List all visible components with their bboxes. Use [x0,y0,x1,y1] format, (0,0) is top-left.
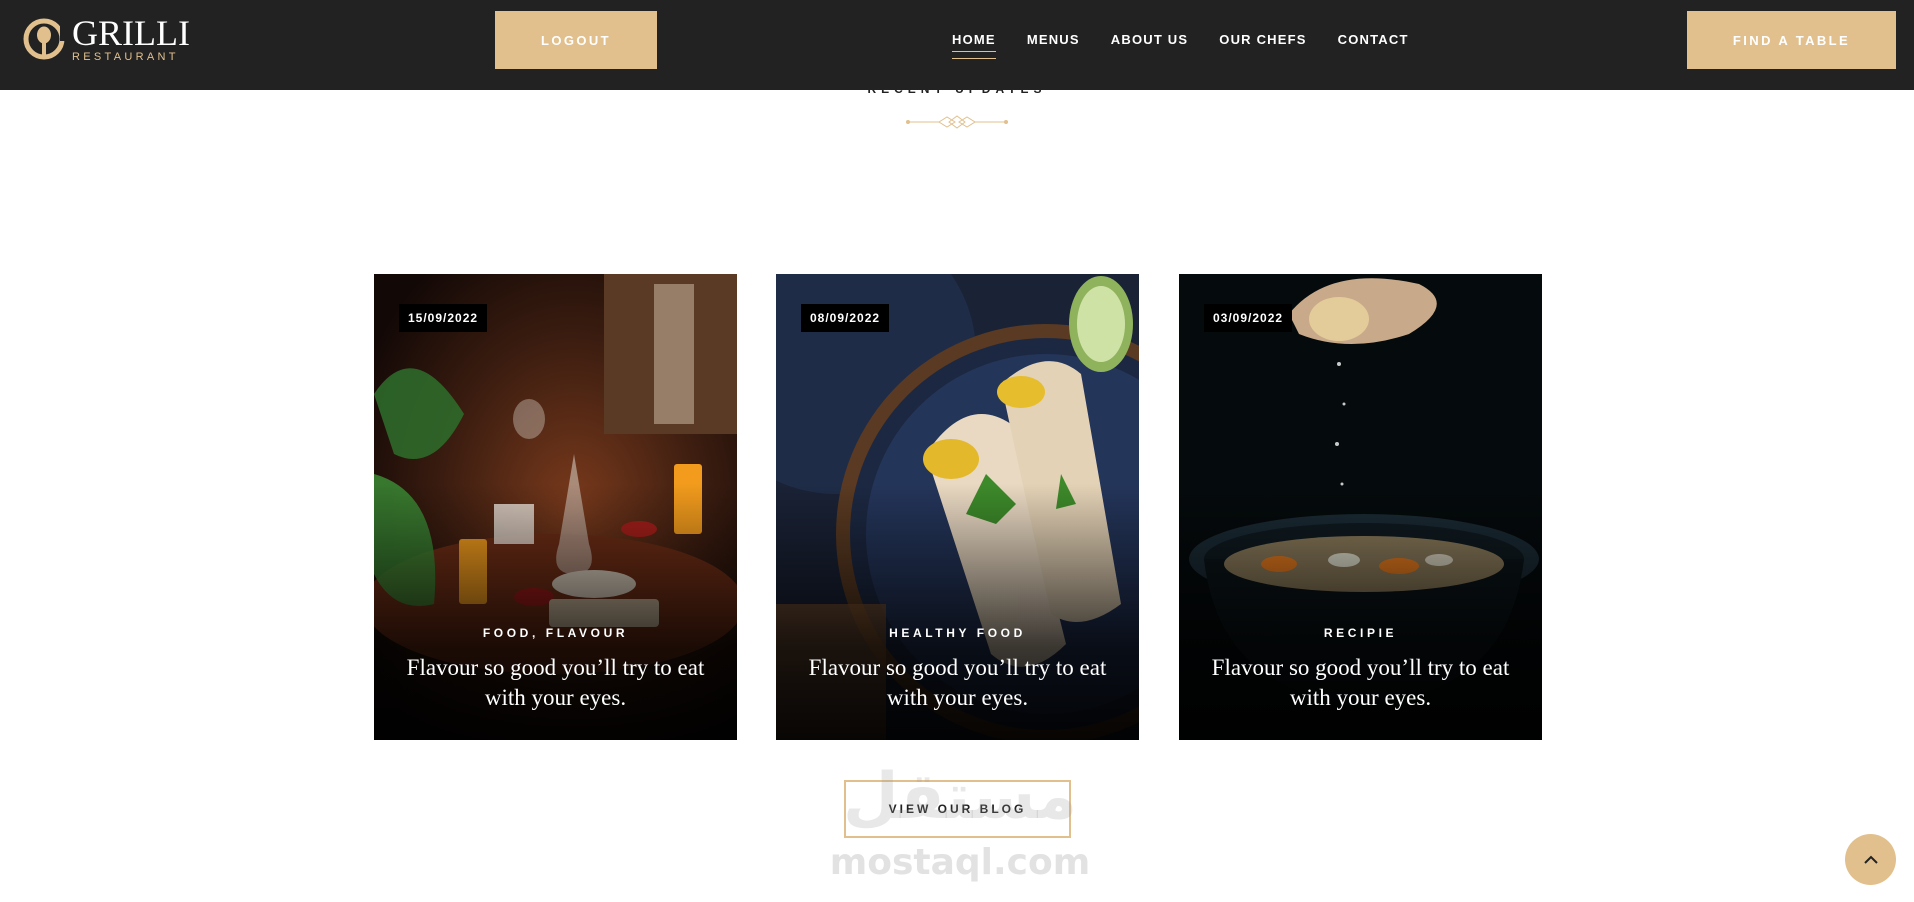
find-table-button[interactable]: FIND A TABLE [1687,11,1896,69]
scroll-top-button[interactable] [1845,834,1896,885]
main-nav: HOME MENUS ABOUT US OUR CHEFS CONTACT [952,0,1440,78]
nav-item-home[interactable]: HOME [952,32,996,59]
blog-card[interactable]: 03/09/2022 RECIPIE Flavour so good you’l… [1179,274,1542,740]
watermark-text: mostaql.com [829,842,1091,883]
logo-name: GRILLI [72,13,190,53]
card-category[interactable]: HEALTHY FOOD [776,626,1139,640]
ornament-divider-icon [906,115,1008,129]
nav-item-contact[interactable]: CONTACT [1338,32,1409,47]
blog-card[interactable]: 08/09/2022 HEALTHY FOOD Flavour so good … [776,274,1139,740]
card-title[interactable]: Flavour so good you’ll try to eat with y… [394,653,717,713]
site-header: GRILLI RESTAURANT LOGOUT HOME MENUS ABOU… [0,0,1914,90]
date-badge: 15/09/2022 [399,304,488,332]
logo-icon [23,18,66,60]
nav-item-about-us[interactable]: ABOUT US [1111,32,1189,47]
card-category[interactable]: FOOD, FLAVOUR [374,626,737,640]
card-title[interactable]: Flavour so good you’ll try to eat with y… [796,653,1119,713]
blog-card[interactable]: 15/09/2022 FOOD, FLAVOUR Flavour so good… [374,274,737,740]
logout-button[interactable]: LOGOUT [495,11,657,69]
nav-item-our-chefs[interactable]: OUR CHEFS [1219,32,1306,47]
chevron-up-icon [1863,855,1878,864]
card-title[interactable]: Flavour so good you’ll try to eat with y… [1199,653,1522,713]
nav-item-menus[interactable]: MENUS [1027,32,1080,47]
logo-subtitle: RESTAURANT [72,51,179,63]
logo[interactable]: GRILLI RESTAURANT [22,13,190,64]
card-category[interactable]: RECIPIE [1179,626,1542,640]
view-blog-button[interactable]: VIEW OUR BLOG [844,780,1071,838]
date-badge: 08/09/2022 [801,304,890,332]
date-badge: 03/09/2022 [1204,304,1293,332]
